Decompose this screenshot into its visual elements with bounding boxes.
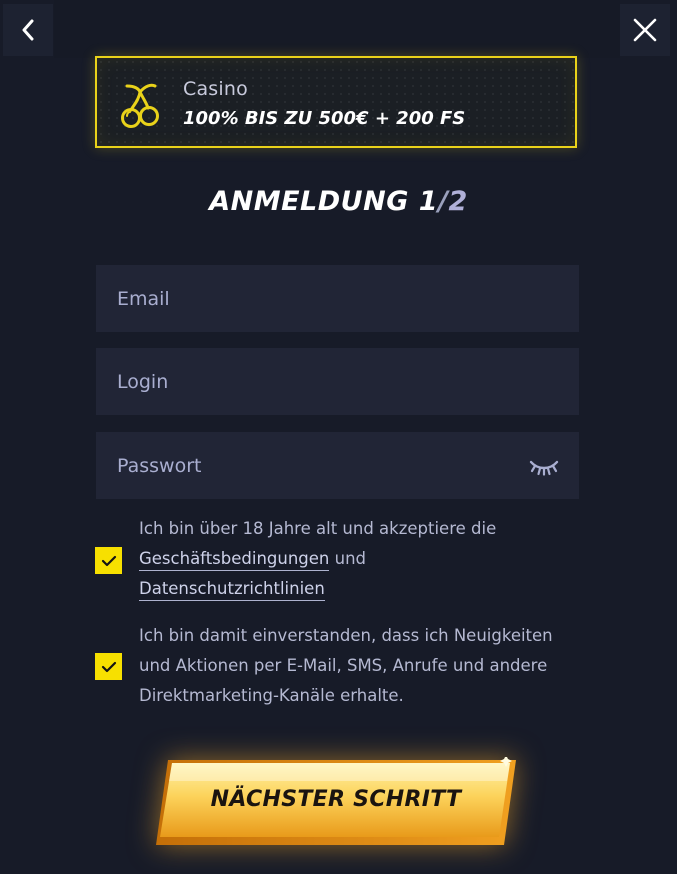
- chevron-left-icon: [22, 19, 34, 41]
- close-button[interactable]: [620, 4, 670, 56]
- registration-modal: Casino 100% BIS ZU 500€ + 200 FS ANMELDU…: [0, 0, 677, 874]
- marketing-checkbox[interactable]: [95, 653, 122, 680]
- title-total: 2: [448, 186, 468, 217]
- email-field[interactable]: [96, 265, 579, 332]
- password-field[interactable]: [96, 432, 579, 499]
- title-separator: /: [438, 186, 449, 217]
- checkmark-icon: [101, 555, 116, 566]
- close-icon: [633, 18, 657, 42]
- promo-offer: 100% BIS ZU 500€ + 200 FS: [183, 108, 466, 129]
- password-field-wrapper: [96, 432, 579, 499]
- checkmark-icon: [101, 661, 116, 672]
- cherries-icon: [121, 83, 159, 128]
- login-field[interactable]: [96, 348, 579, 415]
- back-button[interactable]: [3, 4, 53, 56]
- email-field-wrapper: [96, 265, 579, 332]
- header-strip: [54, 0, 620, 58]
- next-step-button[interactable]: NÄCHSTER SCHRITT: [152, 757, 520, 850]
- title-text: ANMELDUNG: [209, 186, 409, 217]
- privacy-link[interactable]: Datenschutzrichtlinien: [139, 579, 325, 601]
- terms-consent-text: Ich bin über 18 Jahre alt und akzeptiere…: [139, 514, 579, 604]
- terms-link[interactable]: Geschäftsbedingungen: [139, 549, 330, 571]
- terms-text: Ich bin über 18 Jahre alt und akzeptiere…: [139, 519, 497, 538]
- next-step-label: NÄCHSTER SCHRITT: [210, 787, 462, 812]
- login-field-wrapper: [96, 348, 579, 415]
- bonus-banner[interactable]: Casino 100% BIS ZU 500€ + 200 FS: [95, 56, 577, 148]
- eye-closed-icon[interactable]: [529, 456, 559, 476]
- marketing-consent-text: Ich bin damit einverstanden, dass ich Ne…: [139, 626, 553, 705]
- page-title: ANMELDUNG 1/2: [0, 186, 677, 217]
- title-step: 1: [418, 186, 439, 217]
- terms-checkbox[interactable]: [95, 547, 122, 574]
- promo-category: Casino: [183, 78, 248, 100]
- terms-conjunction: und: [334, 549, 367, 568]
